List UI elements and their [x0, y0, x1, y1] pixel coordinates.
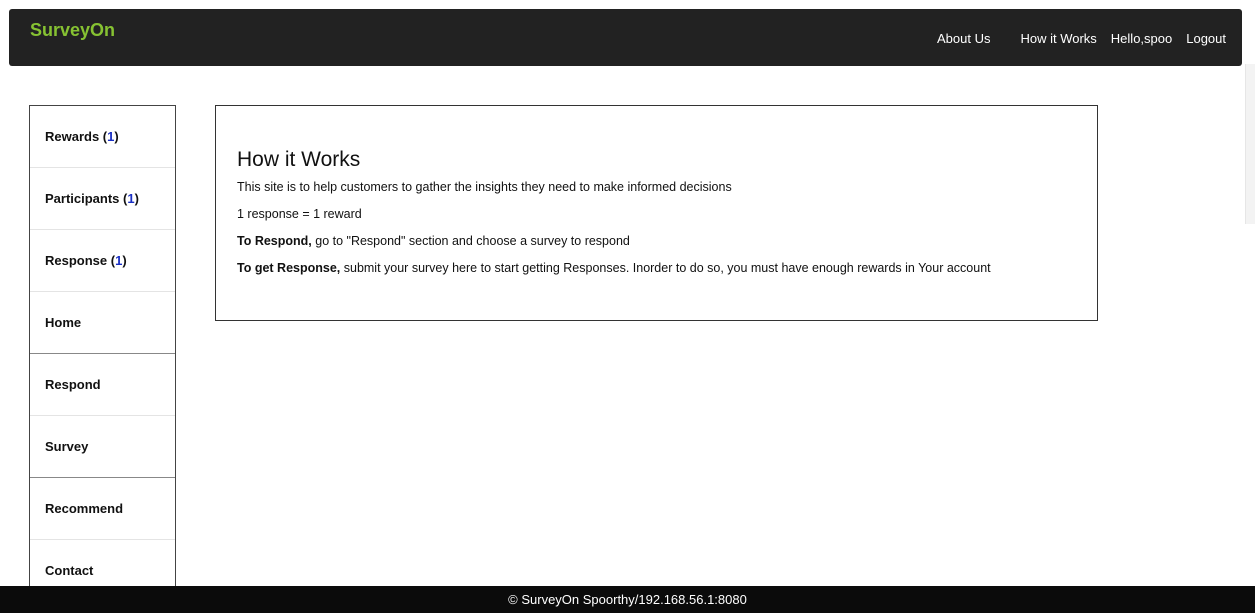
sidebar-item-label: Recommend	[45, 501, 124, 516]
sidebar-item-label: Respond	[45, 377, 101, 392]
footer: © SurveyOn Spoorthy/192.168.56.1:8080	[0, 586, 1255, 613]
get-response-heading: To get Response,	[237, 261, 341, 275]
sidebar-item-label: Home	[45, 315, 82, 330]
sidebar-item-label: Survey	[45, 439, 89, 454]
reward-rule-text: 1 response = 1 reward	[237, 207, 362, 221]
sidebar-item-participants[interactable]: Participants (1)	[30, 168, 175, 230]
nav-how-it-works-link[interactable]: How it Works	[1020, 31, 1096, 46]
how-it-works-panel: How it Works This site is to help custom…	[215, 105, 1098, 321]
sidebar-item-home[interactable]: Home	[30, 292, 175, 354]
sidebar-item-label-close: )	[114, 129, 119, 144]
sidebar-item-rewards[interactable]: Rewards (1)	[30, 106, 175, 168]
sidebar-item-label: Rewards (	[45, 129, 108, 144]
sidebar-menu: Rewards (1) Participants (1) Response (1…	[29, 105, 176, 595]
page-scrollbar[interactable]	[1245, 64, 1255, 224]
sidebar-item-survey[interactable]: Survey	[30, 416, 175, 478]
sidebar-item-respond[interactable]: Respond	[30, 354, 175, 416]
sidebar-item-label: Contact	[45, 563, 94, 578]
nav-links: About Us How it Works Hello,spoo Logout	[937, 31, 1242, 46]
sidebar-item-label-close: )	[134, 191, 139, 206]
response-count: 1	[115, 253, 123, 268]
nav-user-greeting-link[interactable]: Hello,spoo	[1111, 31, 1172, 46]
footer-text: © SurveyOn Spoorthy/192.168.56.1:8080	[508, 592, 747, 607]
sidebar-item-label: Response (	[45, 253, 116, 268]
nav-logout-link[interactable]: Logout	[1186, 31, 1226, 46]
sidebar-item-label: Participants (	[45, 191, 128, 206]
sidebar-item-response[interactable]: Response (1)	[30, 230, 175, 292]
page-title: How it Works	[237, 148, 361, 171]
top-navbar: SurveyOn About Us How it Works Hello,spo…	[9, 9, 1242, 66]
get-response-instructions: To get Response, submit your survey here…	[237, 261, 1097, 275]
description-text: This site is to help customers to gather…	[237, 180, 732, 194]
respond-heading: To Respond,	[237, 234, 312, 248]
sidebar-item-label-close: )	[122, 253, 127, 268]
brand-logo-link[interactable]: SurveyOn	[30, 20, 115, 41]
respond-instructions: To Respond, go to "Respond" section and …	[237, 234, 1097, 248]
sidebar-item-recommend[interactable]: Recommend	[30, 478, 175, 540]
respond-text: go to "Respond" section and choose a sur…	[311, 234, 630, 248]
rewards-count: 1	[107, 129, 115, 144]
get-response-text: submit your survey here to start getting…	[340, 261, 991, 275]
nav-about-us-link[interactable]: About Us	[937, 31, 990, 46]
participants-count: 1	[127, 191, 135, 206]
